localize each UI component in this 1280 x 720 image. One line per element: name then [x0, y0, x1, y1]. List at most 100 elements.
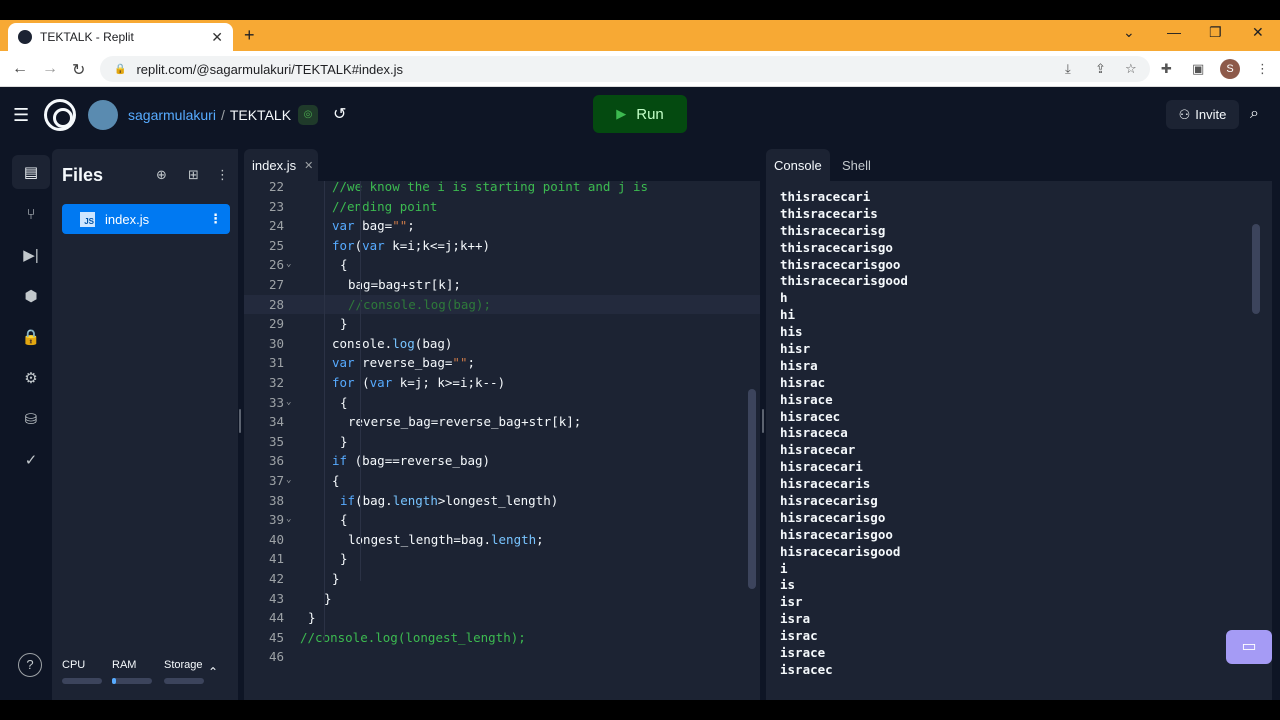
code-line[interactable]: 40 longest_length=bag.length;	[244, 530, 760, 550]
code-line[interactable]: 33 ⌄ {	[244, 393, 760, 413]
code-text: console.log(bag)	[332, 335, 453, 351]
nodejs-language-icon[interactable]: ◎	[298, 105, 318, 125]
code-line[interactable]: 41}	[244, 549, 760, 569]
debugger-icon[interactable]: ▶|	[12, 238, 50, 272]
code-line[interactable]: 24 var bag="";	[244, 216, 760, 236]
panel-resize-handle[interactable]	[239, 409, 241, 433]
code-line[interactable]: 27 bag=bag+str[k];	[244, 275, 760, 295]
help-icon[interactable]: ?	[18, 653, 42, 677]
console-scrollbar[interactable]	[1252, 224, 1260, 314]
address-bar[interactable]: 🔒 replit.com/@sagarmulakuri/TEKTALK#inde…	[100, 56, 1150, 82]
code-line[interactable]: 23 //ending point	[244, 197, 760, 217]
fold-chevron-icon[interactable]: ⌄	[286, 510, 291, 530]
secrets-lock-icon[interactable]: 🔒	[12, 320, 50, 354]
fold-chevron-icon[interactable]: ⌄	[286, 393, 291, 413]
git-branch-icon[interactable]: ⑂	[12, 197, 50, 231]
indent-guide	[360, 181, 361, 581]
breadcrumb-repl-name[interactable]: TEKTALK	[230, 107, 291, 123]
file-item-index-js[interactable]: JS index.js ⋮	[62, 204, 230, 234]
editor-tab-index-js[interactable]: index.js ✕	[244, 149, 318, 181]
code-line[interactable]: 36 if (bag==reverse_bag)	[244, 451, 760, 471]
browser-tab[interactable]: TEKTALK - Replit ✕	[8, 23, 233, 51]
editor-console-resize-handle[interactable]	[762, 409, 764, 433]
files-icon[interactable]: ▤	[12, 155, 50, 189]
code-line[interactable]: 45 //console.log(longest_length);	[244, 628, 760, 648]
console-line: israc	[780, 628, 818, 644]
browser-menu-icon[interactable]: ⋮	[1256, 61, 1269, 77]
minimize-icon[interactable]: —	[1167, 24, 1181, 40]
line-number: 33	[268, 394, 284, 410]
new-file-icon[interactable]: ⊕	[156, 167, 167, 183]
code-line[interactable]: 30 console.log(bag)	[244, 334, 760, 354]
code-line[interactable]: 35}	[244, 432, 760, 452]
code-line[interactable]: 38 if(bag.length>longest_length)	[244, 491, 760, 511]
replit-logo-icon[interactable]	[44, 99, 76, 131]
extensions-puzzle-icon[interactable]: ✚	[1161, 61, 1172, 77]
code-text: }	[332, 571, 340, 586]
profile-avatar[interactable]: S	[1220, 59, 1240, 79]
install-app-icon[interactable]: ⤓	[1065, 61, 1071, 77]
breadcrumb-username[interactable]: sagarmulakuri	[128, 107, 216, 123]
console-line: hisrace	[780, 391, 833, 407]
back-arrow-icon[interactable]: ←	[12, 60, 28, 78]
code-line[interactable]: 28 //console.log(bag);	[244, 294, 760, 315]
play-icon: ▶	[616, 106, 627, 121]
code-line[interactable]: 31 var reverse_bag="";	[244, 353, 760, 373]
code-line[interactable]: 29}	[244, 314, 760, 334]
close-tab-icon[interactable]: ✕	[211, 29, 223, 46]
reload-icon[interactable]: ↻	[72, 60, 85, 80]
code-line[interactable]: 46	[244, 647, 760, 667]
code-line[interactable]: 44}	[244, 608, 760, 628]
code-line[interactable]: 25 for(var k=i;k<=j;k++)	[244, 236, 760, 256]
code-text: bag=bag+str[k];	[348, 277, 461, 292]
packages-cube-icon[interactable]: ⬢	[12, 279, 50, 313]
code-line[interactable]: 22 //we know the i is starting point and …	[244, 181, 760, 197]
console-line: hisrac	[780, 374, 826, 390]
files-menu-icon[interactable]: ⋮	[216, 167, 229, 183]
code-line[interactable]: 34 reverse_bag=reverse_bag+str[k];	[244, 412, 760, 432]
storage-label: Storage	[164, 659, 203, 671]
user-avatar[interactable]	[88, 100, 118, 130]
code-line[interactable]: 43}	[244, 589, 760, 609]
tab-search-chevron-icon[interactable]: ⌄	[1123, 24, 1135, 41]
editor-scrollbar[interactable]	[748, 389, 756, 589]
close-editor-tab-icon[interactable]: ✕	[304, 159, 313, 172]
run-button[interactable]: ▶ Run	[593, 95, 687, 133]
history-icon[interactable]: ↺	[333, 104, 346, 124]
settings-gear-icon[interactable]: ⚙	[12, 361, 50, 395]
side-panel-icon[interactable]: ▣	[1192, 61, 1204, 77]
line-number: 34	[268, 414, 284, 430]
file-options-icon[interactable]: ⋮	[209, 211, 222, 227]
search-icon[interactable]: ⌕	[1250, 105, 1259, 123]
tab-console[interactable]: Console	[766, 149, 830, 181]
hamburger-menu-icon[interactable]: ☰	[13, 105, 29, 126]
line-number: 22	[268, 181, 284, 194]
chat-icon[interactable]: ▭	[1226, 630, 1272, 664]
new-tab-button[interactable]: +	[244, 25, 255, 46]
code-line[interactable]: 39 ⌄ {	[244, 510, 760, 530]
fold-chevron-icon[interactable]: ⌄	[286, 471, 291, 491]
new-folder-icon[interactable]: ⊞	[188, 167, 199, 183]
chevron-up-icon[interactable]: ⌃	[208, 665, 218, 679]
line-number: 44	[268, 610, 284, 626]
console-line: hisracecar	[780, 442, 856, 458]
window-close-icon[interactable]: ✕	[1252, 24, 1264, 41]
database-icon[interactable]: ⛁	[12, 402, 50, 436]
code-line[interactable]: 32 for (var k=j; k>=i;k--)	[244, 373, 760, 393]
tab-shell[interactable]: Shell	[834, 149, 879, 181]
invite-button[interactable]: ⚇ Invite	[1166, 100, 1239, 129]
line-number: 28	[268, 296, 284, 312]
checkmark-icon[interactable]: ✓	[12, 443, 50, 477]
forward-arrow-icon[interactable]: →	[42, 60, 58, 78]
fold-chevron-icon[interactable]: ⌄	[286, 255, 291, 275]
bookmark-star-icon[interactable]: ☆	[1125, 61, 1137, 77]
code-area[interactable]: 22 //we know the i is starting point and …	[244, 181, 760, 700]
share-icon[interactable]: ⇪	[1095, 61, 1106, 77]
code-line[interactable]: 42}	[244, 569, 760, 589]
code-line[interactable]: 26 ⌄ {	[244, 255, 760, 275]
console-line: hisr	[780, 341, 811, 357]
line-number: 46	[268, 649, 284, 665]
console-line: hisracecari	[780, 459, 863, 475]
code-line[interactable]: 37 ⌄ {	[244, 471, 760, 491]
restore-icon[interactable]: ❐	[1209, 24, 1222, 41]
